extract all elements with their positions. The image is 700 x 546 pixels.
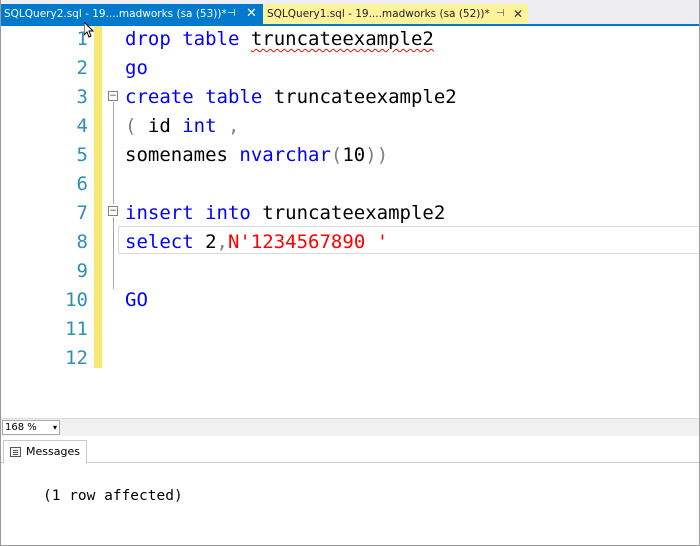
mouse-cursor-icon: [84, 22, 94, 38]
line-number: 8: [76, 231, 88, 253]
code-token: )): [365, 144, 389, 166]
line-number: 7: [76, 202, 88, 224]
code-token: ,: [216, 231, 228, 253]
code-token: 2: [205, 231, 217, 253]
code-token: create table: [125, 86, 274, 108]
code-token: truncateexample2: [262, 202, 446, 224]
code-token: truncateexample2: [273, 86, 457, 108]
code-token: drop table: [125, 28, 251, 50]
code-token: N'1234567890 ': [227, 231, 389, 253]
code-line[interactable]: GO: [125, 286, 148, 315]
code-line[interactable]: select 2,N'1234567890 ': [125, 228, 388, 257]
chevron-down-icon: ▾: [52, 423, 57, 432]
line-number: 11: [65, 318, 88, 340]
line-number: 1: [76, 28, 88, 50]
tab-messages[interactable]: Messages: [3, 440, 87, 464]
close-icon[interactable]: ✕: [513, 4, 523, 24]
code-line[interactable]: go: [125, 54, 148, 83]
outline-line: [113, 102, 114, 204]
tab-sqlquery2[interactable]: SQLQuery2.sql - 19....madworks (sa (53))…: [0, 4, 263, 24]
line-number: 4: [76, 115, 88, 137]
code-token: ,: [216, 115, 240, 137]
zoom-dropdown[interactable]: 168 % ▾: [2, 420, 60, 435]
code-token: int: [182, 115, 217, 137]
tab-sqlquery1-label: SQLQuery1.sql - 19....madworks (sa (52))…: [267, 8, 490, 20]
results-panel: Messages (1 row affected): [0, 436, 700, 546]
code-token: GO: [125, 289, 148, 311]
tab-sqlquery1[interactable]: SQLQuery1.sql - 19....madworks (sa (52))…: [263, 4, 528, 24]
collapse-icon[interactable]: −: [108, 91, 118, 101]
results-tab-bar: Messages: [0, 436, 700, 464]
outline-line: [113, 217, 114, 289]
zoom-value: 168 %: [5, 422, 37, 433]
code-line[interactable]: drop table truncateexample2: [125, 25, 434, 54]
messages-icon: [10, 447, 21, 457]
line-number: 9: [76, 260, 88, 282]
code-token: id: [147, 115, 183, 137]
collapse-icon[interactable]: −: [108, 206, 118, 216]
code-token: select: [125, 231, 206, 253]
editor-margin: [0, 26, 30, 418]
code-line[interactable]: create table truncateexample2: [125, 83, 457, 112]
code-line[interactable]: somenames nvarchar(10)): [125, 141, 388, 170]
line-number: 3: [76, 86, 88, 108]
code-line[interactable]: ( id int ,: [125, 112, 239, 141]
tab-sqlquery2-label: SQLQuery2.sql - 19....madworks (sa (53))…: [4, 8, 227, 20]
code-token: nvarchar: [239, 144, 331, 166]
tab-messages-label: Messages: [26, 445, 80, 458]
line-number: 6: [76, 173, 88, 195]
line-number: 5: [76, 144, 88, 166]
code-token: truncateexample2: [250, 28, 434, 50]
close-icon[interactable]: ✕: [246, 4, 257, 24]
code-token: 10: [342, 144, 366, 166]
line-number: 12: [65, 347, 88, 369]
pin-icon[interactable]: ⊣: [496, 4, 505, 24]
line-number: 10: [65, 289, 88, 311]
document-tab-bar: SQLQuery2.sql - 19....madworks (sa (53))…: [0, 0, 700, 26]
code-token: somenames: [125, 144, 240, 166]
editor-status-strip: 168 % ▾: [0, 418, 700, 436]
pin-icon[interactable]: ⊣: [227, 4, 236, 24]
change-tracking-bar: [94, 26, 102, 368]
result-message: (1 row affected): [43, 488, 183, 504]
code-token: (: [330, 144, 343, 166]
code-token: (: [125, 115, 148, 137]
code-token: insert into: [125, 202, 263, 224]
query-editor[interactable]: 1 2 3 4 5 6 7 8 9 10 11 12 − − drop table truncatee…: [0, 26, 700, 418]
code-token: go: [125, 57, 148, 79]
line-number: 2: [76, 57, 88, 79]
code-line[interactable]: insert into truncateexample2: [125, 199, 445, 228]
